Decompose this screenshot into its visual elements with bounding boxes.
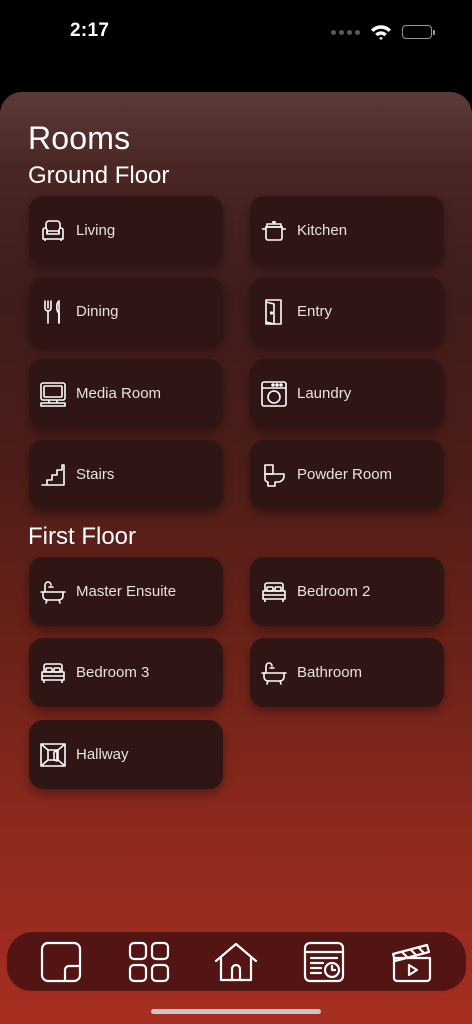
room-label: Bathroom bbox=[297, 664, 363, 681]
bed-icon bbox=[259, 577, 289, 607]
room-tile-stairs[interactable]: Stairs bbox=[29, 440, 223, 509]
room-label: Master Ensuite bbox=[76, 583, 177, 600]
section-title-ground-floor: Ground Floor bbox=[28, 162, 170, 189]
room-label: Bedroom 3 bbox=[76, 664, 150, 681]
bed-icon bbox=[38, 658, 68, 688]
room-label: Hallway bbox=[76, 746, 129, 763]
fork-knife-icon bbox=[38, 297, 68, 327]
bathtub-icon bbox=[38, 577, 68, 607]
tab-floor-plan[interactable] bbox=[38, 939, 84, 985]
cooking-pot-icon bbox=[259, 216, 289, 246]
washing-machine-icon bbox=[259, 379, 289, 409]
tab-scenes[interactable] bbox=[389, 939, 435, 985]
door-icon bbox=[259, 297, 289, 327]
room-tile-bedroom-2[interactable]: Bedroom 2 bbox=[250, 557, 444, 626]
room-tile-laundry[interactable]: Laundry bbox=[250, 359, 444, 428]
toilet-icon bbox=[259, 460, 289, 490]
room-tile-dining[interactable]: Dining bbox=[29, 277, 223, 346]
page-title: Rooms bbox=[28, 120, 131, 156]
status-time: 2:17 bbox=[70, 20, 110, 41]
room-label: Powder Room bbox=[297, 466, 393, 483]
room-label: Laundry bbox=[297, 385, 352, 402]
room-label: Living bbox=[76, 222, 116, 239]
hallway-icon bbox=[38, 740, 68, 770]
room-tile-bedroom-3[interactable]: Bedroom 3 bbox=[29, 638, 223, 707]
room-tile-hallway[interactable]: Hallway bbox=[29, 720, 223, 789]
room-label: Bedroom 2 bbox=[297, 583, 371, 600]
stairs-icon bbox=[38, 460, 68, 490]
room-label: Media Room bbox=[76, 385, 162, 402]
tab-schedule[interactable] bbox=[301, 939, 347, 985]
room-label: Dining bbox=[76, 303, 119, 320]
bathtub-icon bbox=[259, 658, 289, 688]
room-label: Kitchen bbox=[297, 222, 348, 239]
cellular-signal-icon bbox=[331, 29, 360, 35]
home-indicator bbox=[151, 1009, 321, 1014]
battery-icon bbox=[402, 25, 435, 39]
room-tile-entry[interactable]: Entry bbox=[250, 277, 444, 346]
scene-clapper-icon bbox=[391, 943, 432, 982]
room-tile-living[interactable]: Living bbox=[29, 196, 223, 265]
room-label: Entry bbox=[297, 303, 333, 320]
status-icons bbox=[331, 24, 435, 40]
computer-monitor-icon bbox=[38, 379, 68, 409]
schedule-icon bbox=[304, 941, 345, 982]
tab-bar bbox=[7, 932, 466, 994]
room-tile-kitchen[interactable]: Kitchen bbox=[250, 196, 444, 265]
room-tile-master-ensuite[interactable]: Master Ensuite bbox=[29, 557, 223, 626]
floor-plan-icon bbox=[40, 941, 81, 982]
grid-icon bbox=[128, 941, 169, 982]
tab-grid[interactable] bbox=[126, 939, 172, 985]
room-tile-bathroom[interactable]: Bathroom bbox=[250, 638, 444, 707]
status-bar: 2:17 bbox=[0, 0, 472, 64]
room-tile-media-room[interactable]: Media Room bbox=[29, 359, 223, 428]
tab-home[interactable] bbox=[213, 939, 259, 985]
section-title-first-floor: First Floor bbox=[28, 523, 136, 550]
room-tile-powder-room[interactable]: Powder Room bbox=[250, 440, 444, 509]
armchair-icon bbox=[38, 216, 68, 246]
wifi-icon bbox=[371, 25, 391, 40]
house-icon bbox=[215, 942, 258, 981]
rooms-panel: Rooms Ground Floor Living Kitchen Dining… bbox=[0, 92, 472, 1024]
room-label: Stairs bbox=[76, 466, 115, 483]
